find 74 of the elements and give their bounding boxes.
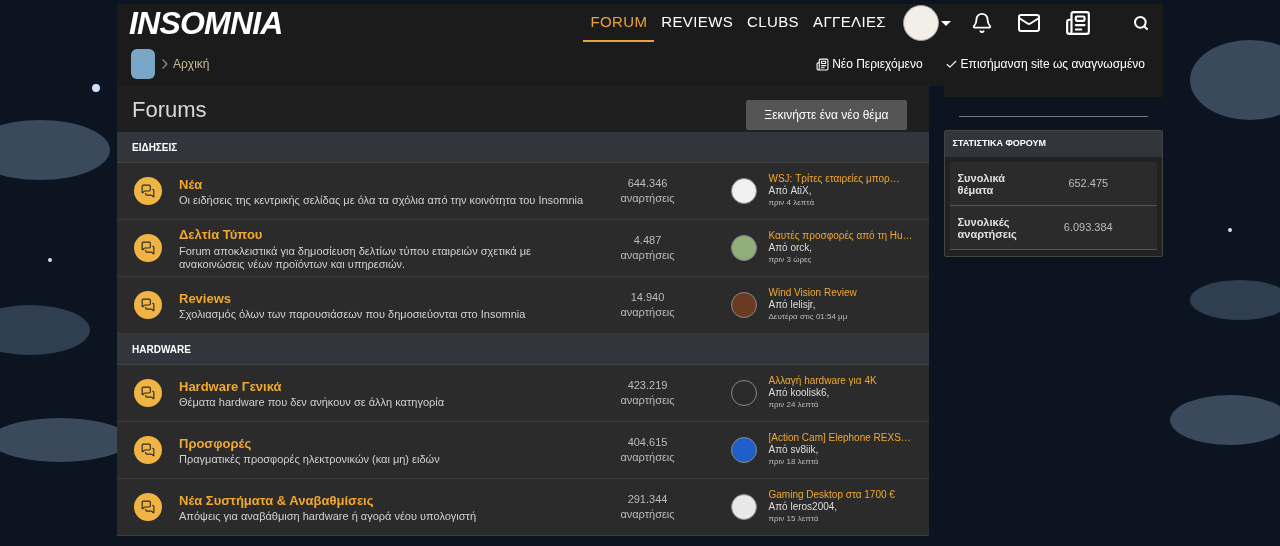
forum-title[interactable]: Δελτία Τύπου [179,225,593,245]
panel-title: ΣΤΑΤΙΣΤΙΚΑ ΦΟΡΟΥΜ [944,131,1162,157]
chat-icon [134,234,162,262]
section-header: ΕΙΔΗΣΕΙΣ [117,132,929,163]
page-title: Forums [132,95,207,124]
last-post-author: Από lelisjr, [768,299,817,311]
last-post-link[interactable]: [Action Cam] Elephone REXS… [768,432,929,444]
last-post-avatar[interactable] [730,235,757,261]
post-count-label: αναρτήσεις [619,305,676,320]
last-post-author: Από orck, [768,242,814,254]
post-count: 644.346 [626,176,669,191]
last-post-author: Από sv8iik, [768,444,820,456]
post-count-label: αναρτήσεις [619,450,676,465]
forum-description: Θέματα hardware που δεν ανήκουν σε άλλη κατηγορία [179,396,446,410]
last-post-link[interactable]: WSJ: Τρίτες εταιρείες μπορ… [768,173,929,185]
stat-value: 652.475 [1067,176,1110,192]
post-count: 14.940 [629,290,666,305]
last-post-link[interactable]: Gaming Desktop στα 1700 € [768,489,929,501]
stat-label: Συνολικές αναρτήσεις [957,215,1018,240]
last-post-author: Από AtiX, [768,185,813,197]
last-post-time: πριν 4 λεπτά [768,197,815,209]
chat-icon [134,291,162,319]
nav-tab[interactable]: ΑΓΓΕΛΙΕΣ [806,4,893,42]
nav-tab[interactable]: REVIEWS [654,4,741,42]
post-count: 291.344 [626,492,669,507]
chat-icon [134,177,162,205]
search-icon[interactable] [1133,15,1149,31]
user-avatar[interactable] [903,5,939,41]
post-count-label: αναρτήσεις [619,507,676,522]
newspaper-icon [816,57,830,71]
post-count-label: αναρτήσεις [619,248,676,263]
forum-description: Απόψεις για αναβάθμιση hardware ή αγορά νέου υπολογιστή [179,510,478,524]
action-link[interactable]: Νέο Περιεχόμενο [816,55,923,73]
post-count-label: αναρτήσεις [619,393,676,408]
last-post-author: Από koolisk6, [768,387,831,399]
mail-icon[interactable] [1017,11,1041,35]
stat-label: Συνολικά θέματα [957,171,1007,196]
chat-icon [134,493,162,521]
forum-description: Οι ειδήσεις της κεντρικής σελίδας με όλα τα σχόλια από την κοινότητα του Insomnia [179,194,585,208]
last-post-link[interactable]: Καυτές προσφορές από τη Hu… [768,230,929,242]
last-post-time: πριν 18 λεπτά [768,456,820,468]
post-count: 4.487 [632,233,663,248]
nav-tab[interactable]: CLUBS [740,4,806,42]
forum-description: Σχολιασμός όλων των παρουσιάσεων που δημοσιεύονται στο Insomnia [179,308,527,322]
last-post-time: Δευτέρα στις 01:54 μμ [768,311,849,323]
last-post-author: Από leros2004, [768,501,839,513]
section-header: HARDWARE [117,334,929,365]
last-post-time: πριν 15 λεπτά [768,513,820,525]
last-post-link[interactable]: Αλλαγή hardware για 4K [768,375,929,387]
forum-description: Forum αποκλειστικά για δημοσίευση δελτίων τύπου εταιρειών σχετικά με ανακοινώσεις νέων προϊόντων και υπηρεσιών. [179,244,532,271]
forum-title[interactable]: Hardware Γενικά [179,376,593,397]
stat-value: 6.093.384 [1062,220,1114,236]
forum-description: Πραγματικές προσφορές ηλεκτρονικών (και μη) ειδών [179,453,441,467]
last-post-time: πριν 3 ώρες [768,254,813,266]
forum-title[interactable]: Νέα Συστήματα & Αναβαθμίσεις [179,490,593,511]
forum-title[interactable]: Προσφορές [179,433,593,454]
new-thread-button[interactable]: Ξεκινήστε ένα νέο θέμα [746,100,907,130]
bell-icon[interactable] [971,12,993,34]
caret-icon[interactable] [941,20,951,26]
forum-title[interactable]: Νέα [179,174,593,195]
action-link[interactable]: Επισήμανση site ως αναγνωσμένο [944,55,1145,73]
post-count-label: αναρτήσεις [619,191,676,206]
chat-icon [134,436,162,464]
last-post-link[interactable]: Wind Vision Review [768,287,929,299]
forum-title[interactable]: Reviews [179,288,593,309]
chat-icon [134,379,162,407]
post-count: 404.615 [626,435,669,450]
last-post-avatar[interactable] [730,494,757,520]
last-post-time: πριν 24 λεπτά [768,399,820,411]
last-post-avatar[interactable] [730,178,757,204]
post-count: 423.219 [626,378,669,393]
newspaper-icon[interactable] [1065,10,1091,36]
breadcrumb-link[interactable]: Αρχική [173,55,210,73]
logo[interactable]: INSOMNIA [129,7,283,39]
